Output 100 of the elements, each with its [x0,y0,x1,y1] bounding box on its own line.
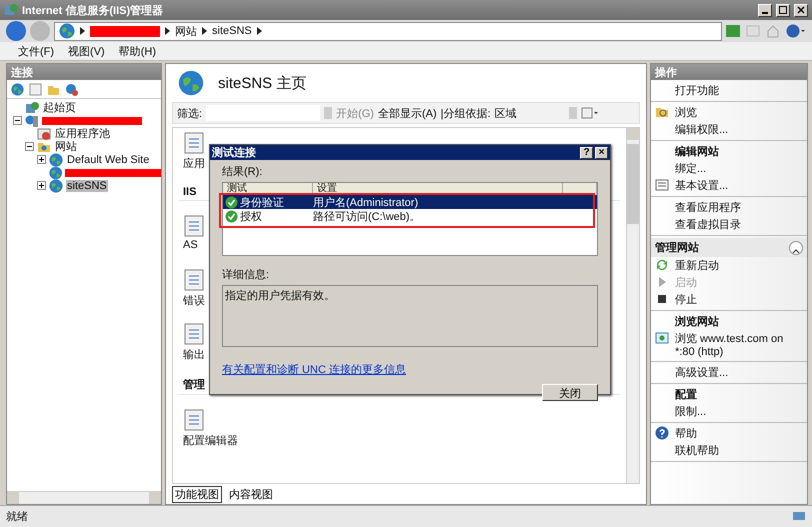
action-link[interactable]: 绑定... [675,161,803,176]
globe-icon [49,178,63,192]
tree-item[interactable]: siteSNS [66,180,108,192]
check-icon [225,210,238,223]
expand-icon[interactable] [37,181,46,190]
chevron-icon [256,27,262,35]
back-button[interactable] [6,21,26,41]
feature-label[interactable]: 输出 [183,347,205,362]
close-icon [797,6,805,14]
action-heading: 浏览网站 [675,314,720,329]
save-icon[interactable] [29,82,42,96]
close-dialog-button[interactable]: 关闭 [542,384,598,401]
status-text: 就绪 [6,510,28,524]
globe-icon [49,152,63,166]
help-link[interactable]: 有关配置和诊断 UNC 连接的更多信息 [222,362,598,377]
setting-text: 路径可访问(C:\web)。 [313,210,422,224]
scrollbar-thumb[interactable] [627,144,639,224]
collapse-icon[interactable] [13,116,22,125]
details-text: 指定的用户凭据有效。 [225,290,335,302]
server-icon [25,114,39,128]
feature-label[interactable]: 错误 [183,293,205,308]
menu-item[interactable]: 视图(V) [68,44,105,58]
action-link[interactable]: 帮助 [675,426,803,441]
chevron-icon [165,27,170,35]
action-link[interactable]: 重新启动 [675,258,803,273]
expand-icon[interactable] [37,155,46,164]
collapse-icon[interactable] [25,142,34,151]
show-all-button[interactable]: 全部显示(A) [378,106,437,120]
section-heading: 管理网站 [655,240,699,255]
redaction-bar [90,26,160,36]
action-link[interactable]: 停止 [675,292,803,307]
action-link[interactable]: 浏览 www.test.com on *:80 (http) [675,331,803,358]
close-button[interactable] [794,4,808,16]
breadcrumb[interactable]: 网站 [175,24,197,38]
action-link[interactable]: 查看应用程序 [675,200,803,215]
globe-icon [59,23,75,39]
feature-icon[interactable] [183,409,205,431]
check-icon [225,196,238,209]
action-link[interactable]: 限制... [675,404,803,419]
globe-icon [178,70,204,96]
panel-header: 操作 [651,64,807,80]
panel-header: 连接 [7,64,161,80]
connect-icon [11,82,24,96]
app-pool-icon [37,126,51,140]
details-label: 详细信息: [222,268,270,282]
chevron-icon [80,27,85,35]
feature-icon[interactable] [183,132,205,154]
filter-label: 筛选: [177,106,202,120]
action-link[interactable]: 基本设置... [675,178,803,193]
tree-item[interactable]: 起始页 [42,100,77,115]
feature-icon[interactable] [183,215,205,237]
feature-icon[interactable] [183,323,205,345]
chevron-icon [792,248,800,254]
network-icon [792,510,806,522]
disconnect-icon[interactable] [65,82,78,96]
action-link[interactable]: 浏览 [675,105,803,120]
globe-icon [48,166,62,180]
group-by-label: |分组依据: [440,106,491,120]
minimize-button[interactable] [758,4,772,16]
feature-label[interactable]: AS [183,239,198,251]
page-title: siteSNS 主页 [218,74,306,92]
tree-item[interactable]: Default Web Site [66,154,150,166]
action-link[interactable]: 打开功能 [675,83,803,98]
collapse-button[interactable] [789,240,803,254]
action-link[interactable]: 联机帮助 [675,443,803,458]
tree-item[interactable]: 应用程序池 [54,126,111,141]
view-icon[interactable] [580,107,599,119]
result-row[interactable]: 身份验证 用户名(Administrator) [223,195,597,209]
menu-item[interactable]: 帮助(H) [118,44,156,58]
folder-icon [655,105,669,119]
start-page-icon [25,100,39,114]
results-label: 结果(R): [222,165,264,179]
help-icon[interactable] [786,24,806,38]
result-row[interactable]: 授权 路径可访问(C:\web)。 [223,209,597,223]
window-title: Internet 信息服务(IIS)管理器 [22,4,164,18]
address-bar[interactable]: 网站 siteSNS [54,22,722,40]
app-icon [4,3,18,17]
web-page-icon [655,331,669,345]
tree-item[interactable]: 网站 [54,139,78,154]
close-button[interactable]: × [595,146,608,158]
action-link[interactable]: 编辑权限... [675,122,803,137]
help-icon [655,426,669,440]
action-link[interactable]: 查看虚拟目录 [675,217,803,232]
chevron-icon [202,27,207,35]
maximize-button[interactable] [776,4,790,16]
stop-icon [655,292,669,306]
menu-item[interactable]: 文件(F) [18,44,54,58]
maximize-icon [779,6,787,14]
view-tab[interactable]: 内容视图 [226,486,276,502]
action-heading: 编辑网站 [675,144,720,159]
settings-icon [655,178,669,192]
breadcrumb[interactable]: siteSNS [212,25,252,37]
test-name: 授权 [240,210,262,224]
help-button[interactable]: ? [580,146,593,158]
view-tab[interactable]: 功能视图 [172,486,222,502]
group-by-dropdown[interactable]: 区域 [494,106,565,120]
feature-label[interactable]: 配置编辑器 [183,433,238,448]
feature-label[interactable]: 应用 [183,156,205,171]
action-link[interactable]: 高级设置... [675,365,803,380]
feature-icon[interactable] [183,269,205,291]
